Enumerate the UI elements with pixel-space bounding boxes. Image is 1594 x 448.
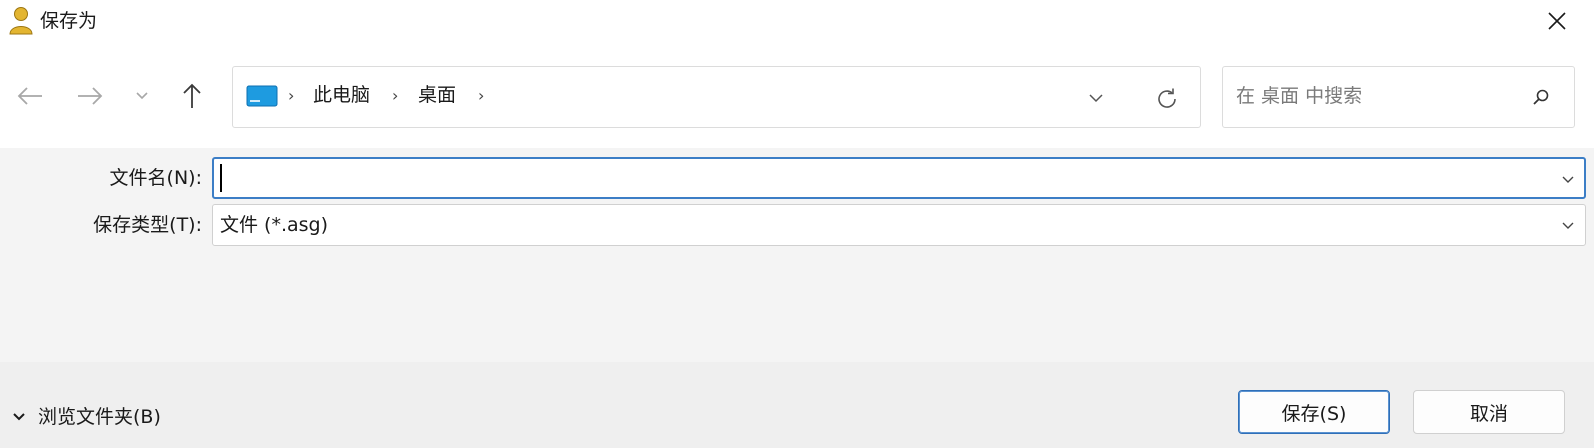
up-button[interactable]: [172, 78, 212, 114]
chevron-down-icon: [13, 413, 25, 421]
filename-input[interactable]: [220, 163, 1540, 193]
save-button[interactable]: 保存(S): [1238, 390, 1390, 434]
breadcrumb-this-pc[interactable]: 此电脑: [313, 82, 370, 108]
arrow-left-icon: [17, 87, 42, 105]
filetype-selected-value[interactable]: 文件 (*.asg): [220, 212, 328, 238]
text-caret: [220, 164, 222, 192]
chevron-down-icon: [1562, 222, 1574, 229]
search-input[interactable]: [1236, 80, 1516, 112]
refresh-button[interactable]: [1152, 84, 1182, 114]
close-icon: [1548, 12, 1566, 30]
filetype-label: 保存类型(T):: [93, 214, 202, 236]
search-button[interactable]: [1530, 86, 1552, 108]
cancel-button[interactable]: 取消: [1413, 390, 1565, 434]
filetype-dropdown-button[interactable]: [1558, 216, 1578, 234]
breadcrumb-separator[interactable]: ›: [392, 85, 398, 107]
arrow-right-icon: [78, 87, 103, 105]
address-history-button[interactable]: [1084, 88, 1108, 108]
address-bar[interactable]: [232, 66, 1201, 128]
refresh-icon: [1158, 88, 1176, 108]
recent-locations-button[interactable]: [128, 80, 156, 112]
filetype-select[interactable]: [212, 204, 1586, 246]
filename-history-button[interactable]: [1558, 170, 1578, 188]
search-icon: [1533, 89, 1549, 105]
breadcrumb-separator[interactable]: ›: [288, 85, 294, 107]
chevron-down-icon: [1089, 94, 1103, 103]
computer-icon[interactable]: [246, 85, 278, 107]
chevron-down-icon: [136, 92, 148, 100]
window-title: 保存为: [40, 10, 98, 32]
forward-button[interactable]: [70, 78, 110, 114]
filename-label: 文件名(N):: [109, 167, 202, 189]
browse-folders-label: 浏览文件夹(B): [38, 406, 161, 428]
chevron-down-icon: [1562, 176, 1574, 183]
breadcrumb-separator[interactable]: ›: [478, 85, 484, 107]
browse-folders-toggle[interactable]: 浏览文件夹(B): [12, 402, 182, 432]
user-icon: [8, 6, 34, 36]
arrow-up-icon: [183, 83, 201, 108]
close-button[interactable]: [1540, 6, 1574, 36]
breadcrumb-desktop[interactable]: 桌面: [418, 82, 456, 108]
back-button[interactable]: [10, 78, 50, 114]
